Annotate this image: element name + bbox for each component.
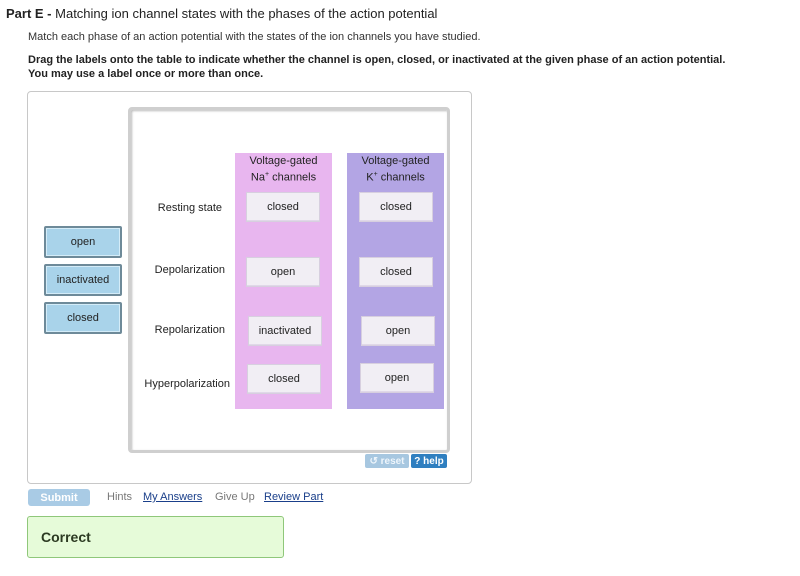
column-header-k: Voltage-gated K+ channels [347,155,444,185]
cell-resting-na[interactable]: closed [246,192,320,222]
cell-depolarization-k[interactable]: closed [359,257,433,287]
row-label-repolarization: Repolarization [154,324,225,336]
help-button[interactable]: ? help [411,454,447,468]
row-label-hyperpolarization: Hyperpolarization [144,378,230,390]
row-label-depolarization: Depolarization [154,264,225,276]
cell-repolarization-na[interactable]: inactivated [248,316,322,346]
cell-hyperpolarization-k[interactable]: open [360,363,434,393]
part-label: Part E - [6,6,52,21]
hints-link[interactable]: Hints [107,491,132,503]
instructions: Drag the labels onto the table to indica… [28,53,788,81]
part-title: Part E - Matching ion channel states wit… [6,6,437,21]
label-inactivated[interactable]: inactivated [44,264,122,296]
column-header-k-line1: Voltage-gated [361,155,430,167]
part-title-text: Matching ion channel states with the pha… [55,6,438,21]
label-closed[interactable]: closed [44,302,122,334]
intro-text: Match each phase of an action potential … [28,31,481,43]
column-header-k-line2: K+ channels [366,171,425,184]
feedback-correct: Correct [27,516,284,558]
column-header-na: Voltage-gated Na+ channels [235,155,332,185]
reset-button[interactable]: ↺ reset [365,454,409,468]
row-label-resting: Resting state [157,202,222,214]
column-header-na-line1: Voltage-gated [249,155,318,167]
my-answers-link[interactable]: My Answers [143,491,202,503]
label-open[interactable]: open [44,226,122,258]
cell-resting-k[interactable]: closed [359,192,433,222]
review-part-link[interactable]: Review Part [264,491,323,503]
instructions-line-1: Drag the labels onto the table to indica… [28,54,726,66]
cell-hyperpolarization-na[interactable]: closed [247,364,321,394]
cell-repolarization-k[interactable]: open [361,316,435,346]
column-header-na-line2: Na+ channels [250,171,317,184]
instructions-line-2: You may use a label once or more than on… [28,68,264,80]
give-up-link[interactable]: Give Up [215,491,255,503]
cell-depolarization-na[interactable]: open [246,257,320,287]
submit-button[interactable]: Submit [28,489,90,506]
